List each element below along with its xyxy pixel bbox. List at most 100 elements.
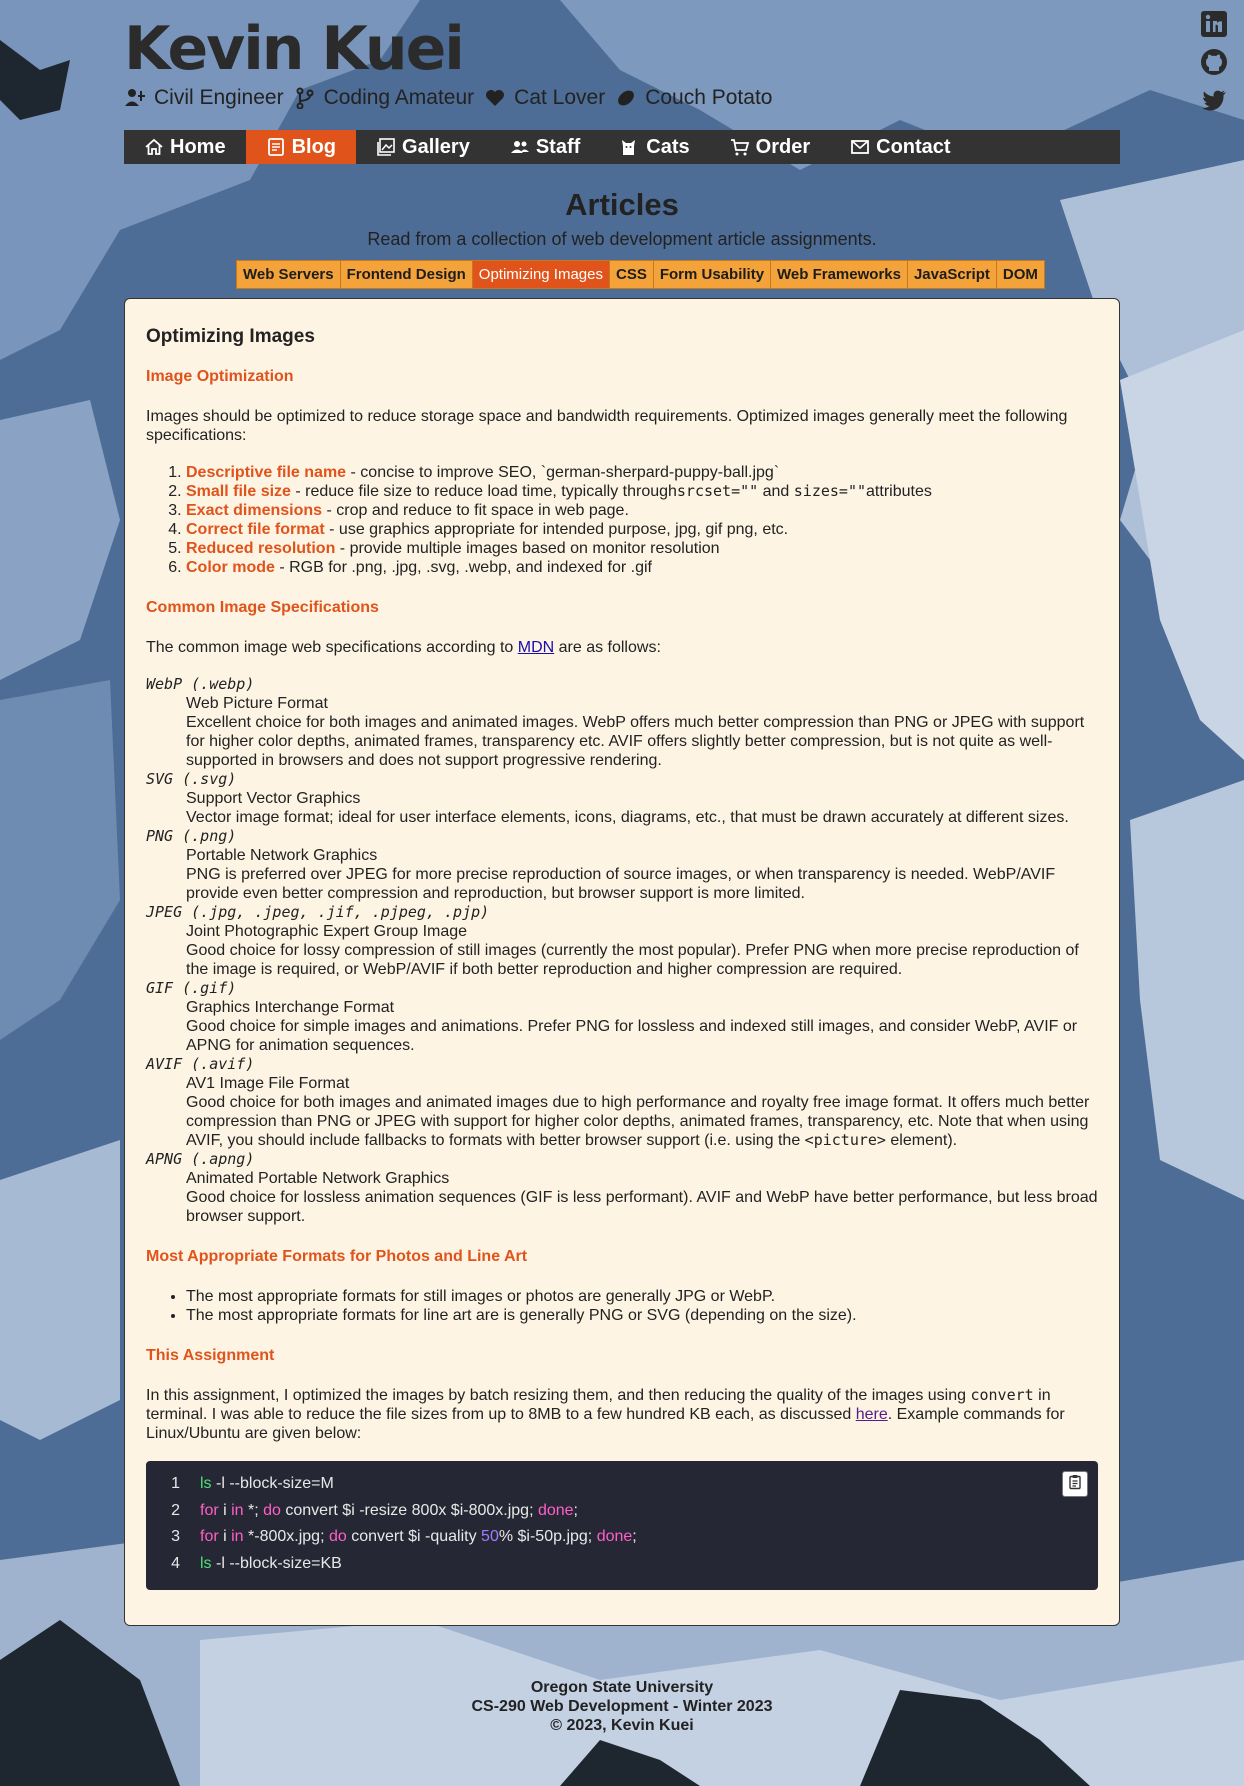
nav-label-cats: Cats: [646, 135, 690, 158]
code-text: for i in *-800x.jpg; do convert $i -qual…: [200, 1528, 637, 1545]
line-number: 4: [171, 1554, 180, 1572]
main-nav: Home Blog Gallery Staff Cats Order Conta…: [124, 130, 1120, 164]
inline-code: sizes="": [793, 482, 867, 500]
code-line: 2 for i in *; do convert $i -resize 800x …: [146, 1498, 1098, 1525]
article-title: Optimizing Images: [146, 326, 315, 347]
format-name: Support Vector Graphics: [186, 790, 361, 807]
tab-optimizing-images[interactable]: Optimizing Images: [472, 261, 610, 288]
format-name: AV1 Image File Format: [186, 1075, 350, 1092]
code-text: ls -l --block-size=KB: [200, 1554, 342, 1572]
nav-item-contact[interactable]: Contact: [830, 130, 970, 164]
line-number: 2: [171, 1501, 180, 1519]
list-item: Color mode - RGB for .png, .jpg, .svg, .…: [186, 558, 1098, 577]
footer-line: © 2023, Kevin Kuei: [550, 1717, 694, 1734]
tab-frontend-design[interactable]: Frontend Design: [340, 261, 473, 288]
clipboard-icon: [1067, 1474, 1083, 1495]
nav-item-blog[interactable]: Blog: [245, 130, 357, 164]
list-text: - use graphics appropriate for intended …: [324, 521, 789, 538]
list-term: Descriptive file name: [186, 464, 347, 481]
format-term: APNG (.apng): [146, 1150, 255, 1168]
list-item: Exact dimensions - crop and reduce to fi…: [186, 501, 1098, 520]
format-desc: Good choice for both images and animated…: [186, 1094, 1090, 1149]
cat-icon: [620, 137, 640, 157]
list-item: Correct file format - use graphics appro…: [186, 520, 1098, 539]
footer-line: Oregon State University: [530, 1679, 714, 1696]
list-text: - concise to improve SEO, `german-sherpa…: [346, 464, 780, 481]
github-icon[interactable]: [1200, 48, 1228, 76]
list-text: - provide multiple images based on monit…: [335, 540, 720, 557]
inline-code: srcset="": [676, 482, 759, 500]
tab-web-frameworks[interactable]: Web Frameworks: [771, 261, 908, 288]
assignment-paragraph: In this assignment, I optimized the imag…: [146, 1386, 1065, 1442]
list-text: - RGB for .png, .jpg, .svg, .webp, and i…: [274, 559, 652, 576]
potato-icon: [615, 87, 637, 109]
inline-code: convert: [970, 1386, 1034, 1404]
list-text: and: [758, 483, 794, 500]
section-heading-common-specs: Common Image Specifications: [146, 599, 379, 616]
engineer-icon: [124, 87, 146, 109]
page-title: Articles: [565, 187, 679, 222]
nav-label-order: Order: [755, 135, 811, 158]
social-links: [1200, 10, 1228, 114]
format-name: Web Picture Format: [186, 695, 328, 712]
mail-icon: [850, 137, 870, 157]
mdn-link[interactable]: MDN: [518, 639, 554, 656]
nav-item-home[interactable]: Home: [124, 130, 246, 164]
format-term: PNG (.png): [146, 827, 237, 845]
list-item: The most appropriate formats for still i…: [186, 1287, 1098, 1306]
code-line: 1 ls -l --block-size=M: [146, 1471, 1098, 1498]
list-text: - crop and reduce to fit space in web pa…: [322, 502, 629, 519]
tab-web-servers[interactable]: Web Servers: [237, 261, 341, 288]
tagline: Civil Engineer Coding Amateur Cat Lover …: [124, 86, 772, 110]
format-desc: Good choice for lossy compression of sti…: [186, 942, 1079, 978]
tag-label-3: Couch Potato: [645, 86, 773, 109]
list-term: Correct file format: [186, 521, 325, 538]
tab-dom[interactable]: DOM: [996, 261, 1044, 288]
format-term: GIF (.gif): [146, 979, 237, 997]
gallery-icon: [376, 137, 396, 157]
format-desc: Vector image format; ideal for user inte…: [186, 809, 1069, 826]
tab-form-usability[interactable]: Form Usability: [653, 261, 772, 288]
tab-javascript[interactable]: JavaScript: [907, 261, 997, 288]
nav-item-order[interactable]: Order: [710, 130, 830, 164]
tab-css[interactable]: CSS: [610, 261, 654, 288]
twitter-icon[interactable]: [1200, 86, 1228, 114]
format-term: WebP (.webp): [146, 675, 255, 693]
nav-label-blog: Blog: [291, 135, 337, 158]
tag-label-0: Civil Engineer: [154, 86, 284, 109]
tag-label-1: Coding Amateur: [323, 86, 475, 109]
linkedin-icon[interactable]: [1200, 10, 1228, 38]
code-lines: 1 ls -l --block-size=M 2 for i in *; do con…: [146, 1471, 1098, 1577]
format-name: Animated Portable Network Graphics: [186, 1170, 450, 1187]
format-desc: Excellent choice for both images and ani…: [186, 714, 1085, 769]
optimization-list: Descriptive file name - concise to impro…: [146, 463, 1098, 577]
section-heading-image-optimization: Image Optimization: [146, 368, 294, 385]
here-link[interactable]: here: [856, 1406, 888, 1423]
nav-item-staff[interactable]: Staff: [490, 130, 600, 164]
format-desc: PNG is preferred over JPEG for more prec…: [186, 866, 1056, 902]
list-term: Exact dimensions: [186, 502, 323, 519]
site-title: Kevin Kuei: [124, 14, 465, 84]
format-desc: Good choice for lossless animation seque…: [186, 1189, 1098, 1225]
list-term: Small file size: [186, 483, 291, 500]
page-subtitle: Read from a collection of web developmen…: [367, 229, 877, 249]
section-intro: Images should be optimized to reduce sto…: [146, 408, 1068, 444]
format-term: JPEG (.jpg, .jpeg, .jif, .pjpeg, .pjp): [146, 903, 490, 921]
list-term: Color mode: [186, 559, 275, 576]
home-icon: [144, 137, 164, 157]
list-text: - reduce file size to reduce load time, …: [290, 483, 677, 500]
article-card: Optimizing Images Image Optimization Ima…: [124, 298, 1120, 1626]
code-text: for i in *; do convert $i -resize 800x $…: [200, 1501, 578, 1519]
inline-code: <picture>: [804, 1131, 886, 1149]
line-number: 3: [171, 1528, 180, 1545]
nav-label-home: Home: [170, 135, 226, 158]
nav-item-cats[interactable]: Cats: [600, 130, 709, 164]
line-number: 1: [171, 1475, 180, 1492]
nav-label-gallery: Gallery: [402, 135, 470, 158]
nav-item-gallery[interactable]: Gallery: [356, 130, 490, 164]
formats-bullet-list: The most appropriate formats for still i…: [146, 1287, 1098, 1325]
nav-label-staff: Staff: [535, 135, 581, 158]
section-heading-this-assignment: This Assignment: [146, 1347, 275, 1364]
copy-button[interactable]: [1062, 1471, 1088, 1497]
format-term: SVG (.svg): [146, 770, 237, 788]
